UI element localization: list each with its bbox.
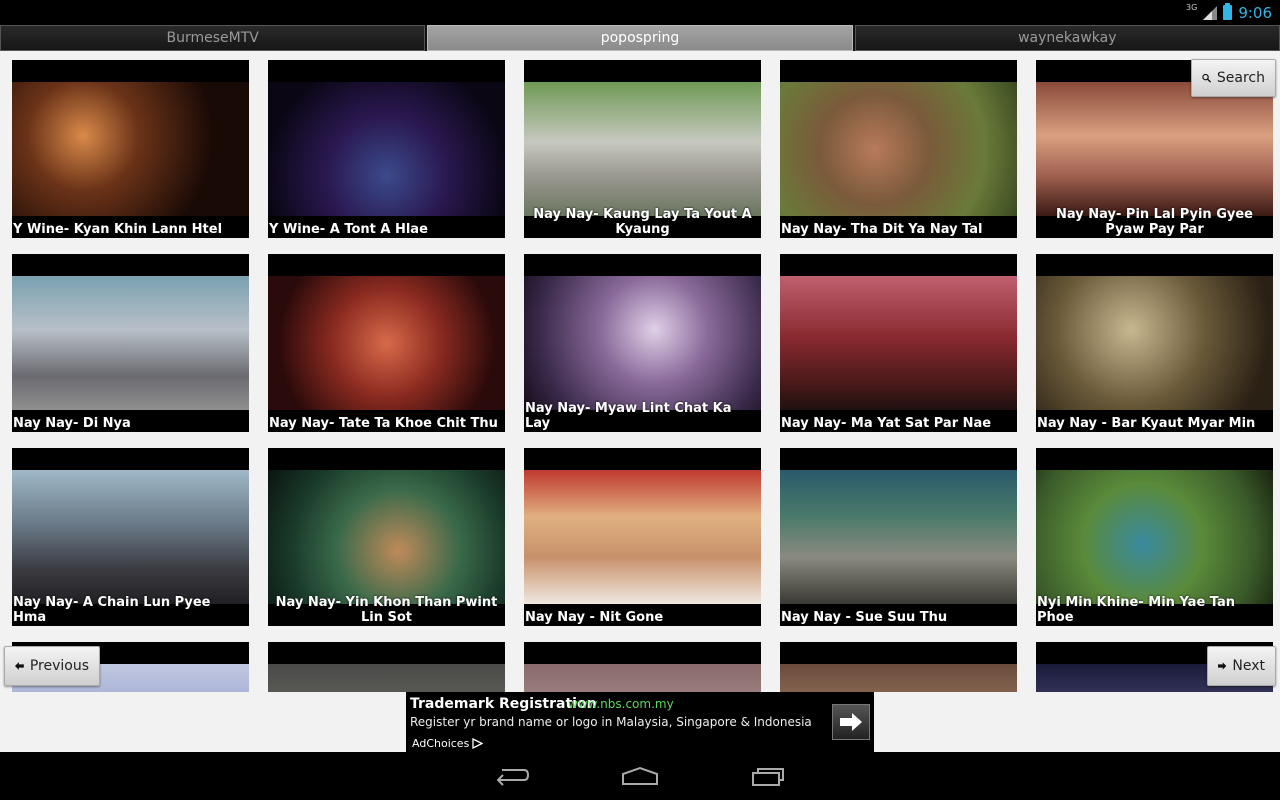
video-card[interactable]: Nyi Min Khine- Min Yae Tan Phoe	[1036, 448, 1273, 626]
video-card[interactable]: Nay Nay- A Chain Lun Pyee Hma	[12, 448, 249, 626]
home-icon	[622, 766, 658, 785]
ad-url[interactable]: www.nbs.com.my	[568, 697, 674, 711]
channel-tabs: BurmeseMTV popospring waynekawkay	[0, 25, 1280, 51]
video-thumbnail	[1036, 82, 1273, 216]
video-card[interactable]	[524, 642, 761, 692]
video-title: Nay Nay - Nit Gone	[525, 610, 664, 625]
video-card[interactable]: Nay Nay - Bar Kyaut Myar Min	[1036, 254, 1273, 432]
video-card[interactable]	[268, 642, 505, 692]
video-title: Nay Nay- Pin Lal Pyin Gyee Pyaw Pay Par	[1056, 207, 1253, 237]
video-thumbnail	[524, 470, 761, 604]
ad-text: Register yr brand name or logo in Malays…	[410, 715, 812, 729]
search-icon	[1202, 73, 1211, 83]
video-title: Y Wine- Kyan Khin Lann Htel	[13, 222, 223, 237]
video-title: Nay Nay- Di Nya	[13, 416, 131, 431]
previous-button[interactable]: Previous	[4, 646, 100, 686]
video-thumbnail	[524, 276, 761, 410]
video-title: Nay Nay- Ma Yat Sat Par Nae	[781, 416, 992, 431]
next-button-label: Next	[1232, 658, 1265, 674]
video-title: Nay Nay- Yin Khon Than Pwint Lin Sot	[275, 595, 498, 625]
video-thumbnail	[1036, 276, 1273, 410]
video-thumbnail	[268, 276, 505, 410]
search-button-label: Search	[1216, 70, 1265, 86]
video-thumbnail	[524, 82, 761, 216]
home-button[interactable]	[620, 762, 660, 790]
video-title: Nay Nay- Tate Ta Khoe Chit Thu	[269, 416, 498, 431]
back-icon	[496, 769, 530, 786]
video-title: Y Wine- A Tont A Hlae	[269, 222, 428, 237]
video-thumbnail	[780, 470, 1017, 604]
search-button[interactable]: Search	[1191, 59, 1276, 97]
video-card[interactable]	[780, 642, 1017, 692]
video-title: Nay Nay - Sue Suu Thu	[781, 610, 948, 625]
video-title: Nay Nay- Tha Dit Ya Nay Tal	[781, 222, 983, 237]
video-title: Nay Nay- Myaw Lint Chat Ka Lay	[525, 401, 732, 431]
system-nav-bar	[0, 752, 1280, 800]
video-card[interactable]: Y Wine- A Tont A Hlae	[268, 60, 505, 238]
video-card[interactable]: Nay Nay- Di Nya	[12, 254, 249, 432]
ad-banner[interactable]: Trademark Registration www.nbs.com.my Re…	[406, 692, 874, 752]
video-card[interactable]: Nay Nay- Ma Yat Sat Par Nae	[780, 254, 1017, 432]
status-indicators: 3G 9:06	[1186, 0, 1272, 25]
video-thumbnail	[12, 276, 249, 410]
video-thumbnail	[268, 470, 505, 604]
video-thumbnail	[12, 82, 249, 216]
ad-go-button[interactable]	[832, 704, 870, 740]
video-thumbnail	[268, 82, 505, 216]
arrow-left-icon	[15, 662, 24, 670]
recent-apps-button[interactable]	[749, 762, 789, 790]
video-card[interactable]: Nay Nay- Kaung Lay Ta Yout A Kyaung	[524, 60, 761, 238]
adchoices-icon	[472, 738, 484, 749]
tab-popospring[interactable]: popospring	[427, 25, 853, 51]
clock: 9:06	[1238, 3, 1272, 22]
network-type-label: 3G	[1186, 3, 1198, 12]
arrow-right-icon	[1218, 662, 1227, 670]
video-card[interactable]: Nay Nay - Sue Suu Thu	[780, 448, 1017, 626]
video-thumbnail	[780, 82, 1017, 216]
ad-choices[interactable]: AdChoices	[412, 737, 484, 750]
signal-icon	[1203, 5, 1218, 20]
video-card[interactable]: Nay Nay- Tha Dit Ya Nay Tal	[780, 60, 1017, 238]
video-card[interactable]: Nay Nay- Tate Ta Khoe Chit Thu	[268, 254, 505, 432]
video-card[interactable]: Nay Nay- Myaw Lint Chat Ka Lay	[524, 254, 761, 432]
video-thumbnail	[524, 664, 761, 692]
video-card[interactable]: Y Wine- Kyan Khin Lann Htel	[12, 60, 249, 238]
next-button[interactable]: Next	[1207, 646, 1276, 686]
video-thumbnail	[268, 664, 505, 692]
recent-apps-icon	[752, 768, 784, 786]
video-thumbnail	[1036, 470, 1273, 604]
battery-icon	[1223, 3, 1233, 20]
video-grid: Y Wine- Kyan Khin Lann Htel Y Wine- A To…	[0, 51, 1280, 692]
video-title: Nay Nay- A Chain Lun Pyee Hma	[13, 595, 211, 625]
tab-burmesemtv[interactable]: BurmeseMTV	[0, 25, 426, 51]
video-thumbnail	[780, 276, 1017, 410]
video-title: Nyi Min Khine- Min Yae Tan Phoe	[1037, 595, 1236, 625]
video-title: Nay Nay - Bar Kyaut Myar Min	[1037, 416, 1256, 431]
tab-waynekawkay[interactable]: waynekawkay	[854, 25, 1280, 51]
ad-choices-label: AdChoices	[412, 737, 470, 750]
video-thumbnail	[12, 470, 249, 604]
back-button[interactable]	[492, 762, 532, 790]
video-thumbnail	[780, 664, 1017, 692]
status-bar: 3G 9:06	[0, 0, 1280, 25]
video-title: Nay Nay- Kaung Lay Ta Yout A Kyaung	[533, 207, 752, 237]
video-card[interactable]: Nay Nay- Yin Khon Than Pwint Lin Sot	[268, 448, 505, 626]
arrow-right-icon	[840, 713, 862, 731]
video-card[interactable]: Nay Nay - Nit Gone	[524, 448, 761, 626]
previous-button-label: Previous	[29, 658, 89, 674]
